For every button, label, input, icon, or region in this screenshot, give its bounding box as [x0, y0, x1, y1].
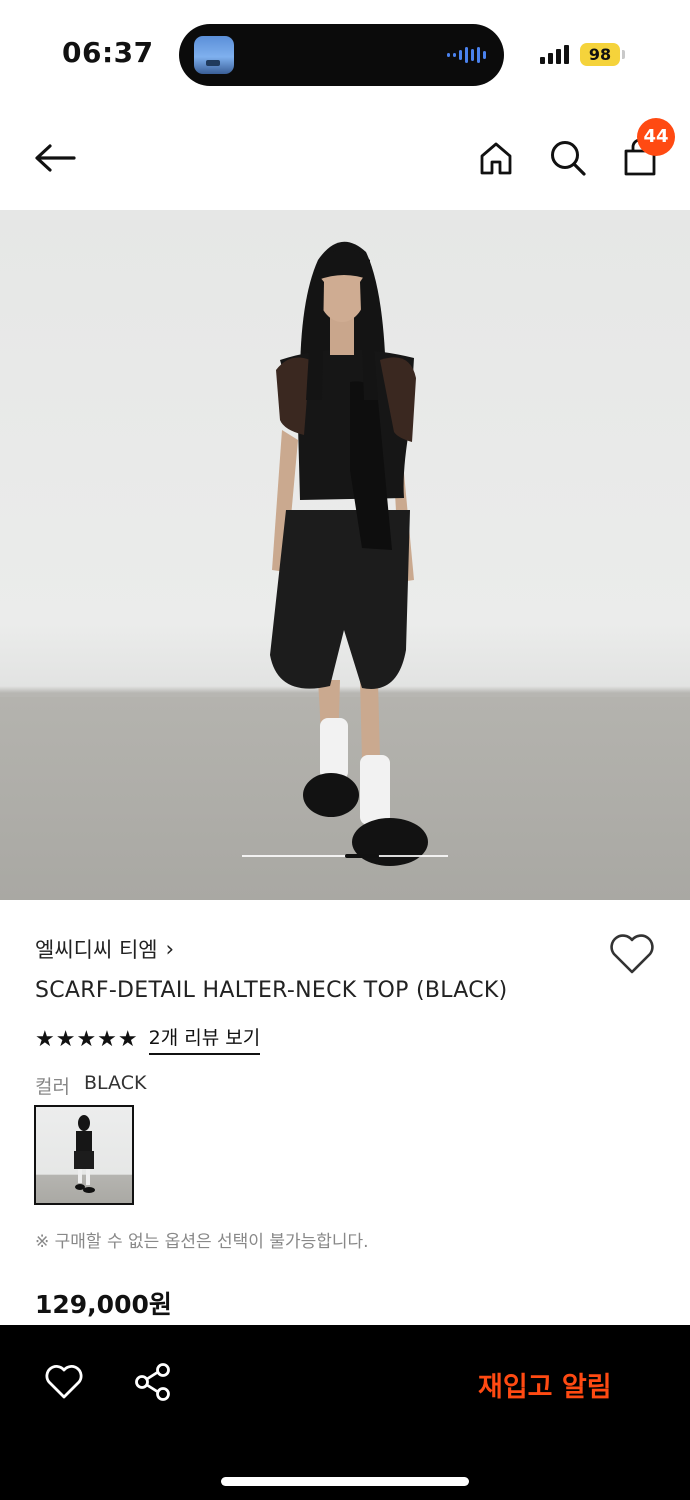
back-arrow-icon — [35, 144, 76, 172]
review-link[interactable]: 2개 리뷰 보기 — [148, 1023, 261, 1055]
cellular-signal-icon — [540, 44, 569, 64]
dynamic-island[interactable] — [179, 24, 504, 86]
bottom-action-bar: 재입고 알림 — [0, 1325, 690, 1500]
home-icon — [480, 142, 512, 175]
cart-count-badge: 44 — [637, 118, 675, 156]
carousel-progress-indicator — [345, 854, 379, 858]
wishlist-button[interactable] — [608, 932, 656, 976]
battery-icon: 98 — [580, 43, 620, 66]
rating-row: ★★★★★ 2개 리뷰 보기 — [35, 1023, 261, 1055]
restock-alert-button[interactable]: 재입고 알림 — [478, 1365, 612, 1404]
brand-name: 엘씨디씨 티엠 — [35, 938, 158, 962]
heart-icon — [45, 1365, 83, 1399]
heart-icon — [610, 934, 654, 974]
swatch-thumbnail — [74, 1115, 95, 1193]
color-label: 컬러 — [35, 1076, 70, 1098]
search-icon — [551, 141, 586, 176]
back-button[interactable] — [30, 138, 80, 178]
rating-stars: ★★★★★ — [35, 1026, 139, 1052]
color-swatch-black[interactable] — [34, 1105, 134, 1205]
status-time: 06:37 — [62, 36, 154, 69]
battery-cap — [622, 50, 625, 59]
share-button[interactable] — [132, 1361, 176, 1405]
product-photo — [270, 241, 428, 866]
status-bar: 06:37 98 — [0, 0, 690, 110]
product-name: SCARF-DETAIL HALTER-NECK TOP (BLACK) — [35, 978, 508, 1003]
chevron-right-icon: › — [165, 937, 175, 961]
audio-waveform-icon — [447, 46, 486, 64]
top-navigation — [0, 110, 690, 210]
brand-link[interactable]: 엘씨디씨 티엠 › — [35, 934, 174, 964]
now-playing-thumbnail — [194, 36, 234, 74]
color-value: BLACK — [83, 1072, 147, 1094]
color-option-row: 컬러 BLACK — [35, 1072, 146, 1099]
share-icon — [135, 1363, 170, 1401]
bottom-wishlist-button[interactable] — [44, 1363, 88, 1407]
product-image-carousel[interactable] — [0, 210, 690, 900]
product-price: 129,000원 — [35, 1290, 172, 1319]
search-button[interactable] — [546, 136, 590, 180]
home-indicator[interactable] — [221, 1477, 469, 1486]
home-button[interactable] — [474, 136, 518, 180]
option-notice: ※ 구매할 수 없는 옵션은 선택이 불가능합니다. — [35, 1232, 369, 1252]
